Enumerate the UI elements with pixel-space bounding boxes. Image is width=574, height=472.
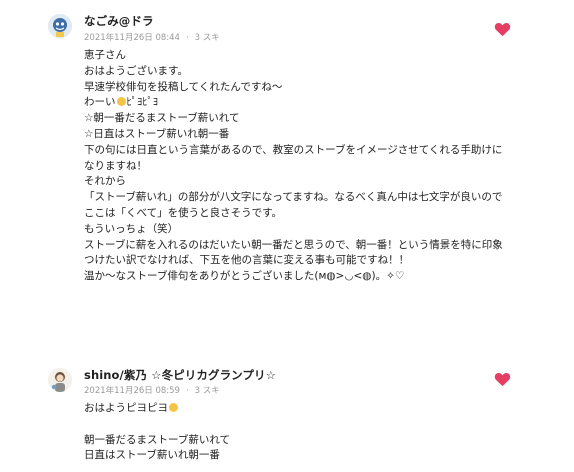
comment-date: 2021年11月26日 08:44: [84, 33, 180, 43]
comment-meta: 2021年11月26日 08:44 · 3 スキ: [84, 33, 220, 43]
comment-line-text: おはようピヨピヨ: [84, 402, 168, 414]
comment-body: 恵子さん おはようございます。 早速学校俳句を投稿してくれたんですね〜 わーい ﾋ…: [84, 48, 524, 285]
comment-line: [84, 417, 524, 433]
comment-author[interactable]: なごみ@ドラ: [84, 13, 154, 29]
comment-date: 2021年11月26日 08:59: [84, 386, 180, 396]
comment-line: 朝一番だるまストーブ薪いれて: [84, 433, 231, 446]
comment-line: わーい ﾋﾟﾖﾋﾟﾖ: [84, 95, 524, 111]
avatar[interactable]: [48, 14, 72, 38]
comment-line: ☆日直はストーブ薪いれ朝一番: [84, 127, 230, 140]
like-count[interactable]: 3 スキ: [195, 386, 220, 396]
comment-line: おはようございます。: [84, 64, 188, 77]
comment-meta: 2021年11月26日 08:59 · 3 スキ: [84, 386, 220, 396]
comment-line: 日直はストーブ薪いれ朝一番: [84, 449, 220, 462]
comment-line-text: わーい: [84, 96, 116, 109]
comment-line: ここは「くべて」を使うと良さそうです。: [84, 206, 283, 219]
comment-line: ストーブに薪を入れるのはだいたい朝一番だと思うので、朝一番！という情景を特に印象: [84, 238, 503, 251]
comment-line: 下の句には日直という言葉があるので、教室のストーブをイメージさせてくれる手助けに: [84, 143, 503, 156]
avatar-icon: [48, 14, 72, 38]
chick-emoji-icon: [116, 97, 126, 107]
comment-line: 早速学校俳句を投稿してくれたんですね〜: [84, 80, 283, 93]
like-count[interactable]: 3 スキ: [195, 33, 220, 43]
inline-emoji-text: ﾋﾟﾖﾋﾟﾖ: [126, 96, 159, 109]
comment-line: なりますね！: [84, 159, 147, 172]
heart-icon[interactable]: [494, 22, 511, 37]
comment-line: つけたい訳でなければ、下五を他の言葉に変える事も可能ですね！！: [84, 254, 410, 267]
comment-line: それから: [84, 175, 126, 188]
chick-emoji-icon: [169, 403, 178, 412]
comment-line: おはようピヨピヨ: [84, 401, 524, 417]
avatar[interactable]: [48, 368, 72, 392]
comment-line: 「ストーブ薪いれ」の部分が八文字になってますね。なるべく真ん中は七文字が良いので: [84, 191, 503, 204]
heart-icon[interactable]: [494, 372, 511, 387]
comment-line: 温か〜なストーブ俳句をありがとうございました(ᴍ◍>◡<◍)。✧♡: [84, 270, 405, 283]
comment-line: もういっちょ（笑）: [84, 222, 179, 235]
comment-line: 恵子さん: [84, 49, 126, 61]
avatar-icon: [48, 368, 72, 392]
comment-line: ☆朝一番だるまストーブ薪いれて: [84, 112, 240, 125]
comment-body: おはようピヨピヨ 朝一番だるまストーブ薪いれて 日直はストーブ薪いれ朝一番: [84, 401, 524, 464]
comment-author[interactable]: shino/紫乃 ☆冬ピリカグランプリ☆: [84, 367, 276, 383]
